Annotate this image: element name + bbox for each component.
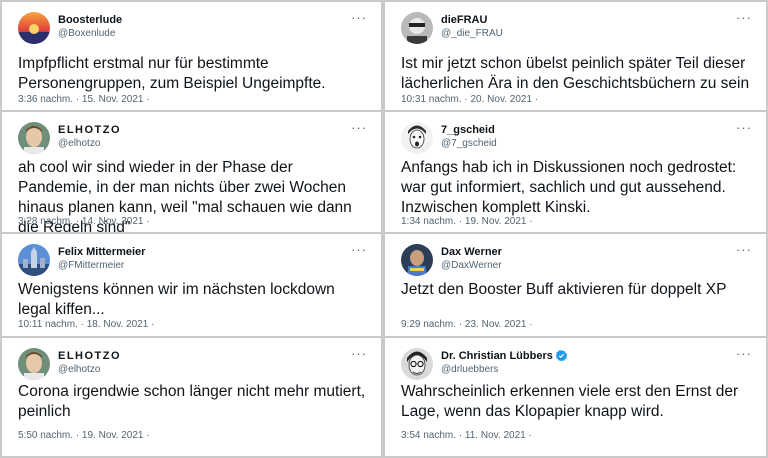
tweet-text: Wahrscheinlich erkennen viele erst den E… <box>401 383 739 420</box>
avatar-portrait-image <box>18 122 50 154</box>
author-name[interactable]: dieFRAU <box>441 14 487 26</box>
tweet-text: Jetzt den Booster Buff aktivieren für do… <box>401 281 727 298</box>
avatar-dark-portrait-image <box>401 244 433 276</box>
avatar-city-image <box>18 244 50 276</box>
author-handle[interactable]: @FMittermeier <box>58 260 124 271</box>
author-name[interactable]: Dax Werner <box>441 246 502 258</box>
tweet-card[interactable]: Dax Werner @DaxWerner ··· Jetzt den Boos… <box>385 234 766 336</box>
avatar[interactable] <box>18 244 50 276</box>
author-name[interactable]: ELHOTZO <box>58 124 121 136</box>
more-horizontal-icon[interactable]: ··· <box>736 10 752 25</box>
tweet-timestamp[interactable]: 10:11 nachm. · 18. Nov. 2021 · <box>18 319 154 330</box>
avatar[interactable] <box>401 12 433 44</box>
tweet-timestamp[interactable]: 3:28 nachm. · 14. Nov. 2021 · <box>18 216 150 227</box>
tweet-timestamp[interactable]: 5:50 nachm. · 19. Nov. 2021 · <box>18 430 150 441</box>
author-name[interactable]: 7_gscheid <box>441 124 495 136</box>
tweet-timestamp[interactable]: 3:54 nachm. · 11. Nov. 2021 · <box>401 430 532 441</box>
tweet-card[interactable]: ELHOTZO @elhotzo ··· Corona irgendwie sc… <box>2 338 381 456</box>
author-name[interactable]: Boosterlude <box>58 14 122 26</box>
author-handle[interactable]: @_die_FRAU <box>441 28 503 39</box>
avatar-sunset-image <box>18 12 50 44</box>
tweet-card[interactable]: Boosterlude @Boxenlude ··· Impfpflicht e… <box>2 2 381 110</box>
author-handle[interactable]: @7_gscheid <box>441 138 497 149</box>
tweet-timestamp[interactable]: 9:29 nachm. · 23. Nov. 2021 · <box>401 319 533 330</box>
tweet-text: Impfpflicht erstmal nur für bestimmte Pe… <box>18 55 326 92</box>
tweet-text: Wenigstens können wir im nächsten lockdo… <box>18 281 335 318</box>
verified-badge-icon <box>555 350 567 361</box>
tweet-collage: Boosterlude @Boxenlude ··· Impfpflicht e… <box>0 0 768 458</box>
avatar-bw-portrait-image <box>401 12 433 44</box>
avatar-portrait-image <box>18 348 50 380</box>
avatar[interactable] <box>401 244 433 276</box>
author-name-text[interactable]: Dr. Christian Lübbers <box>441 350 553 362</box>
author-handle[interactable]: @Boxenlude <box>58 28 115 39</box>
avatar[interactable] <box>18 122 50 154</box>
author-name[interactable]: Felix Mittermeier <box>58 246 145 258</box>
tweet-timestamp[interactable]: 10:31 nachm. · 20. Nov. 2021 · <box>401 94 538 105</box>
tweet-card[interactable]: Felix Mittermeier @FMittermeier ··· Weni… <box>2 234 381 336</box>
tweet-card[interactable]: dieFRAU @_die_FRAU ··· Ist mir jetzt sch… <box>385 2 766 110</box>
author-handle[interactable]: @elhotzo <box>58 364 100 375</box>
more-horizontal-icon[interactable]: ··· <box>736 120 752 135</box>
author-name[interactable]: Dr. Christian Lübbers <box>441 350 567 362</box>
avatar[interactable] <box>401 348 433 380</box>
author-handle[interactable]: @DaxWerner <box>441 260 502 271</box>
more-horizontal-icon[interactable]: ··· <box>351 10 367 25</box>
more-horizontal-icon[interactable]: ··· <box>351 120 367 135</box>
tweet-timestamp[interactable]: 3:36 nachm. · 15. Nov. 2021 · <box>18 94 150 105</box>
avatar[interactable] <box>18 12 50 44</box>
avatar-glasses-portrait-image <box>401 348 433 380</box>
more-horizontal-icon[interactable]: ··· <box>351 346 367 361</box>
tweet-card[interactable]: 7_gscheid @7_gscheid ··· Anfangs hab ich… <box>385 112 766 232</box>
tweet-card[interactable]: Dr. Christian Lübbers @drluebbers ··· Wa… <box>385 338 766 456</box>
author-handle[interactable]: @elhotzo <box>58 138 100 149</box>
tweet-timestamp[interactable]: 1:34 nachm. · 19. Nov. 2021 · <box>401 216 533 227</box>
author-name[interactable]: ELHOTZO <box>58 350 121 362</box>
more-horizontal-icon[interactable]: ··· <box>736 346 752 361</box>
avatar[interactable] <box>401 122 433 154</box>
avatar-face-sketch-image <box>401 122 433 154</box>
more-horizontal-icon[interactable]: ··· <box>351 242 367 257</box>
tweet-text: Ist mir jetzt schon übelst peinlich spät… <box>401 55 750 92</box>
tweet-text: Corona irgendwie schon länger nicht mehr… <box>18 383 366 420</box>
author-handle[interactable]: @drluebbers <box>441 364 498 375</box>
avatar[interactable] <box>18 348 50 380</box>
more-horizontal-icon[interactable]: ··· <box>736 242 752 257</box>
tweet-text: Anfangs hab ich in Diskussionen noch ged… <box>401 159 737 216</box>
tweet-card[interactable]: ELHOTZO @elhotzo ··· ah cool wir sind wi… <box>2 112 381 232</box>
